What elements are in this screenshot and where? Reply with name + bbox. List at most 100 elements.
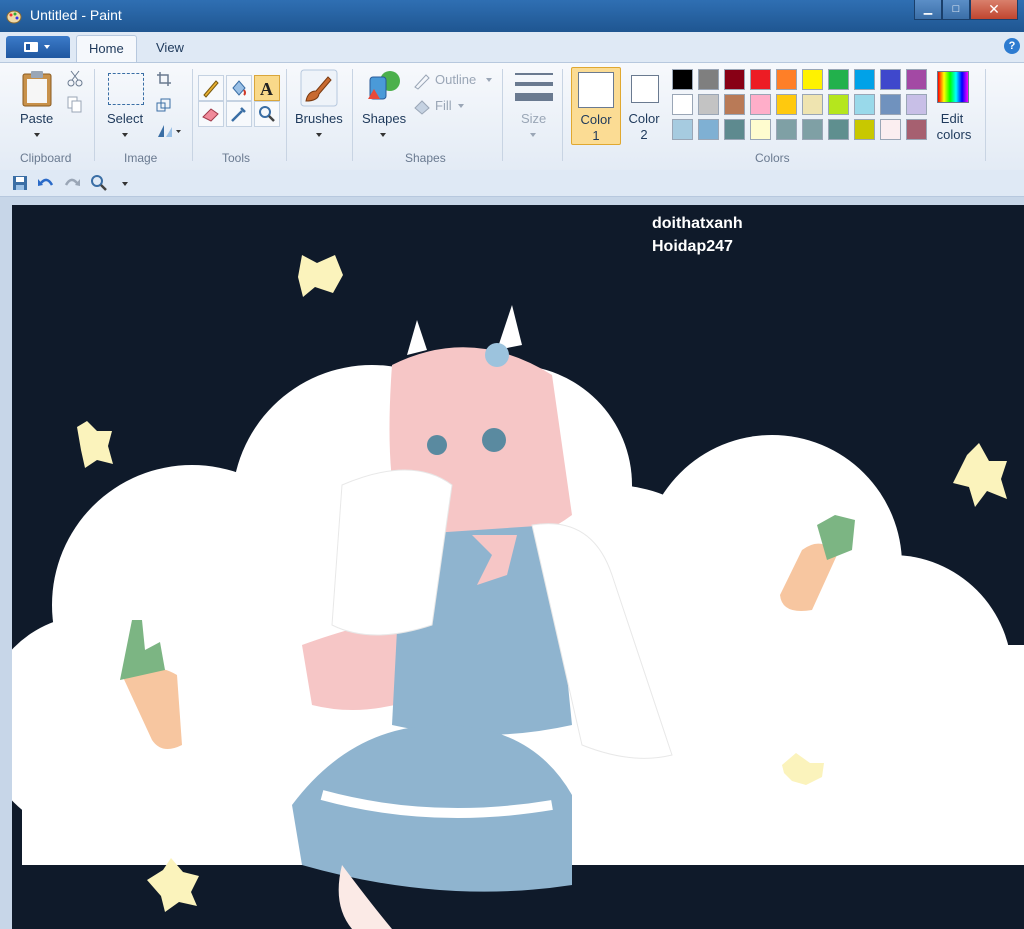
eyedropper-icon	[231, 107, 246, 122]
palette-swatch[interactable]	[828, 94, 849, 115]
brushes-label[interactable]: Brushes	[295, 111, 343, 126]
palette-swatch[interactable]	[672, 94, 693, 115]
palette-swatch[interactable]	[672, 119, 693, 140]
undo-icon[interactable]	[37, 175, 55, 191]
fill-dropdown-icon[interactable]	[458, 104, 464, 108]
fill-tool[interactable]	[226, 75, 252, 101]
palette-swatch[interactable]	[854, 69, 875, 90]
color-picker-tool[interactable]	[226, 101, 252, 127]
palette-swatch[interactable]	[698, 69, 719, 90]
shapes-label[interactable]: Shapes	[362, 111, 406, 126]
palette-swatch[interactable]	[854, 94, 875, 115]
paste-label[interactable]: Paste	[20, 111, 53, 126]
menu-icon	[24, 42, 50, 52]
customize-toolbar-icon[interactable]	[122, 182, 128, 186]
outline-icon[interactable]	[412, 72, 432, 90]
size-label[interactable]: Size	[521, 111, 546, 126]
select-icon[interactable]	[108, 73, 144, 105]
pencil-icon	[203, 80, 219, 98]
palette-swatch[interactable]	[802, 69, 823, 90]
palette-swatch[interactable]	[802, 94, 823, 115]
watermark-site: Hoidap247	[652, 238, 733, 255]
crop-icon[interactable]	[156, 71, 172, 87]
watermark-username: doithatxanh	[652, 215, 743, 232]
palette-swatch[interactable]	[776, 94, 797, 115]
fill-label[interactable]: Fill	[435, 98, 452, 113]
save-icon[interactable]	[12, 175, 28, 191]
palette-swatch[interactable]	[698, 94, 719, 115]
drawing-artwork	[12, 205, 1024, 929]
outline-label[interactable]: Outline	[435, 72, 476, 87]
svg-text:A: A	[260, 79, 273, 99]
ribbon: Paste Clipboard Select Image A Tools Bru…	[0, 62, 1024, 172]
palette-swatch[interactable]	[880, 94, 901, 115]
palette-swatch[interactable]	[724, 94, 745, 115]
palette-swatch[interactable]	[724, 69, 745, 90]
magnifier-tool[interactable]	[254, 101, 280, 127]
shapes-group-label: Shapes	[405, 151, 446, 165]
fill-bucket-icon	[232, 80, 246, 96]
palette-swatch[interactable]	[828, 119, 849, 140]
shapes-icon[interactable]	[366, 69, 402, 107]
palette-swatch[interactable]	[880, 69, 901, 90]
tab-view[interactable]: View	[144, 35, 196, 61]
zoom-icon[interactable]	[90, 174, 108, 192]
palette-swatch[interactable]	[906, 69, 927, 90]
fill-icon[interactable]	[412, 97, 432, 115]
palette-swatch[interactable]	[672, 69, 693, 90]
palette-swatch[interactable]	[776, 69, 797, 90]
palette-swatch[interactable]	[776, 119, 797, 140]
palette-swatch[interactable]	[724, 119, 745, 140]
colors-group-label: Colors	[755, 151, 790, 165]
redo-icon[interactable]	[63, 175, 81, 191]
separator	[94, 69, 95, 161]
palette-swatch[interactable]	[750, 94, 771, 115]
paste-icon[interactable]	[20, 69, 54, 107]
color1-number: 1	[592, 128, 600, 143]
color1-button[interactable]: Color 1	[571, 67, 621, 145]
close-button[interactable]: ✕	[970, 0, 1018, 20]
palette-swatch[interactable]	[750, 119, 771, 140]
copy-icon[interactable]	[66, 95, 84, 113]
magnifier-icon	[259, 106, 275, 122]
paint-menu-button[interactable]	[6, 36, 70, 58]
palette-swatch[interactable]	[698, 119, 719, 140]
eraser-tool[interactable]	[198, 101, 224, 127]
color2-label: Color	[628, 111, 660, 126]
select-label[interactable]: Select	[107, 111, 143, 126]
text-tool[interactable]: A	[254, 75, 280, 101]
tab-home[interactable]: Home	[76, 35, 137, 62]
palette-swatch[interactable]	[880, 119, 901, 140]
palette-swatch[interactable]	[906, 119, 927, 140]
shapes-dropdown-icon[interactable]	[380, 133, 386, 137]
brushes-dropdown-icon[interactable]	[316, 133, 322, 137]
select-dropdown-icon[interactable]	[122, 133, 128, 137]
separator	[192, 69, 193, 161]
color2-swatch	[631, 75, 659, 103]
palette-swatch[interactable]	[750, 69, 771, 90]
resize-icon[interactable]	[156, 97, 172, 113]
separator	[562, 69, 563, 161]
maximize-button[interactable]: □	[942, 0, 970, 20]
size-dropdown-icon[interactable]	[530, 133, 536, 137]
text-icon: A	[260, 79, 273, 99]
palette-swatch[interactable]	[854, 119, 875, 140]
paint-app-icon[interactable]	[6, 8, 22, 24]
edit-colors-button[interactable]: Edit colors	[932, 69, 976, 145]
size-icon[interactable]	[514, 69, 554, 105]
cut-icon[interactable]	[66, 69, 84, 87]
paste-dropdown-icon[interactable]	[34, 133, 40, 137]
rotate-icon[interactable]	[156, 123, 182, 139]
palette-swatch[interactable]	[906, 94, 927, 115]
minimize-button[interactable]: ▁	[914, 0, 942, 20]
tools-group-label: Tools	[222, 151, 251, 165]
drawing-canvas[interactable]: doithatxanh Hoidap247	[12, 205, 1024, 929]
help-icon[interactable]: ?	[1004, 38, 1020, 54]
pencil-tool[interactable]	[198, 75, 224, 101]
edit-colors-label: Edit	[940, 111, 964, 126]
palette-swatch[interactable]	[828, 69, 849, 90]
outline-dropdown-icon[interactable]	[486, 78, 492, 82]
palette-swatch[interactable]	[802, 119, 823, 140]
brush-icon[interactable]	[300, 69, 338, 107]
color2-button[interactable]: Color 2	[620, 67, 668, 143]
